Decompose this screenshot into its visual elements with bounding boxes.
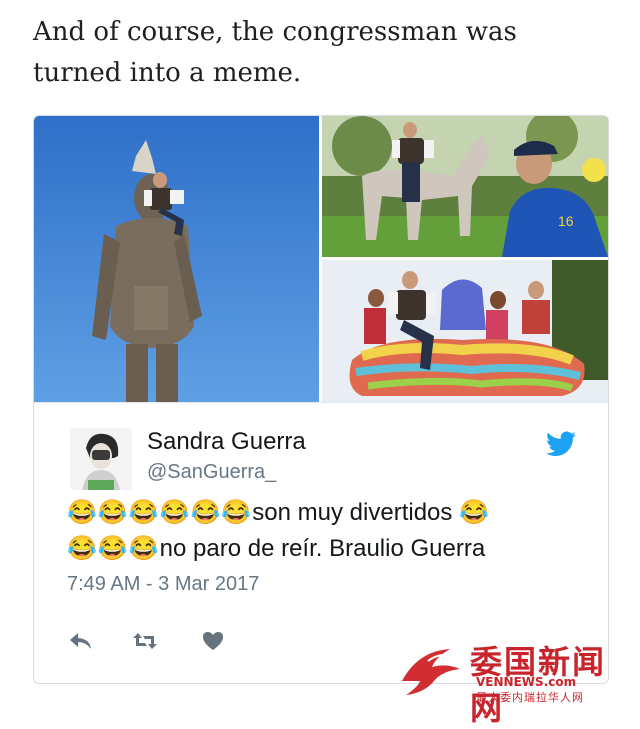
emoji-run: 😂😂😂 — [67, 535, 160, 562]
emoji-run: 😂😂😂😂😂😂 — [67, 499, 253, 526]
reply-icon[interactable] — [67, 629, 95, 653]
twitter-bird-icon[interactable] — [546, 431, 576, 457]
embedded-tweet-card[interactable]: 16 Sandra Guerra @SanGuerra_ 😂😂😂😂😂😂son m… — [33, 115, 609, 684]
statue-meme-photo[interactable] — [34, 116, 319, 402]
article-line-1: And of course, the congressman was — [33, 17, 517, 47]
article-line-2: turned into a meme. — [33, 58, 302, 88]
watermark-subtitle: 最大委内瑞拉华人网 — [476, 691, 584, 704]
emoji-run: 😂 — [459, 499, 490, 526]
avatar[interactable] — [70, 428, 132, 490]
tweet-photo-grid: 16 — [34, 116, 608, 402]
tweet-author-handle[interactable]: @SanGuerra_ — [147, 461, 276, 484]
pony-meme-photo[interactable]: 16 — [322, 116, 608, 257]
watermark-logo-icon — [402, 649, 460, 695]
tweet-text-line-2: no paro de reír. Braulio Guerra — [159, 535, 486, 562]
tweet-text: 😂😂😂😂😂😂son muy divertidos 😂 😂😂😂no paro de… — [67, 495, 587, 567]
article-text: And of course, the congressman was turne… — [33, 12, 623, 94]
retweet-icon[interactable] — [131, 629, 159, 653]
svg-text:16: 16 — [558, 213, 574, 229]
site-watermark: 委国新闻网 VENNEWS.com 最大委内瑞拉华人网 — [398, 633, 638, 727]
heart-icon[interactable] — [199, 629, 227, 653]
tweet-text-line-1: son muy divertidos — [252, 499, 460, 526]
parade-float-meme-photo[interactable] — [322, 260, 608, 402]
watermark-site: VENNEWS.com — [476, 675, 577, 689]
tweet-timestamp[interactable]: 7:49 AM - 3 Mar 2017 — [67, 573, 259, 596]
tweet-author-name[interactable]: Sandra Guerra — [147, 428, 306, 456]
